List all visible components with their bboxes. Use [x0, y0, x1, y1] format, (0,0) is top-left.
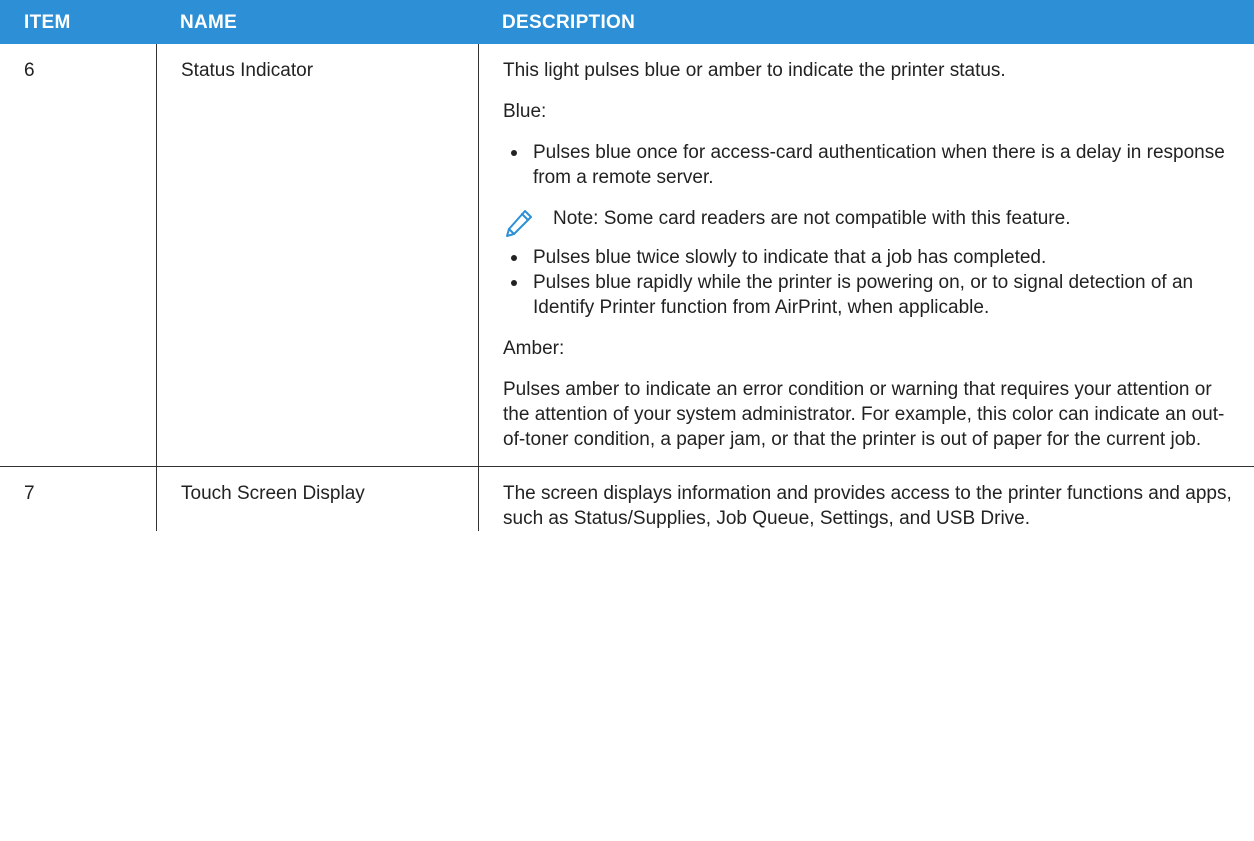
item-number: 6	[24, 60, 35, 81]
note-block: Note: Some card readers are not compatib…	[503, 206, 1238, 237]
pencil-icon	[506, 210, 532, 237]
table-row: 7 Touch Screen Display The screen displa…	[0, 467, 1254, 531]
item-name: Touch Screen Display	[156, 467, 478, 531]
amber-description: Pulses amber to indicate an error condit…	[503, 379, 1225, 450]
components-table: ITEM NAME DESCRIPTION 6 Status Indicator…	[0, 0, 1254, 531]
item-name: Status Indicator	[156, 44, 478, 466]
table-row: 6 Status Indicator This light pulses blu…	[0, 44, 1254, 467]
list-item: Pulses blue rapidly while the printer is…	[503, 270, 1238, 320]
header-name: NAME	[180, 12, 238, 33]
description-text: The screen displays information and prov…	[503, 483, 1232, 529]
item-number: 7	[24, 483, 35, 504]
item-description: This light pulses blue or amber to indic…	[478, 44, 1254, 466]
blue-bullet-list-continued: Pulses blue twice slowly to indicate tha…	[503, 245, 1238, 320]
amber-label: Amber:	[503, 338, 565, 359]
item-description: The screen displays information and prov…	[478, 467, 1254, 531]
note-text: Note: Some card readers are not compatib…	[553, 208, 1071, 229]
blue-bullet-list: Pulses blue once for access-card authent…	[503, 140, 1238, 190]
description-intro: This light pulses blue or amber to indic…	[503, 60, 1006, 81]
blue-label: Blue:	[503, 101, 547, 122]
list-item: Pulses blue twice slowly to indicate tha…	[503, 245, 1238, 270]
header-item: ITEM	[24, 12, 71, 33]
list-item: Pulses blue once for access-card authent…	[503, 140, 1238, 190]
header-description: DESCRIPTION	[502, 12, 636, 33]
table-header-row: ITEM NAME DESCRIPTION	[0, 0, 1254, 44]
